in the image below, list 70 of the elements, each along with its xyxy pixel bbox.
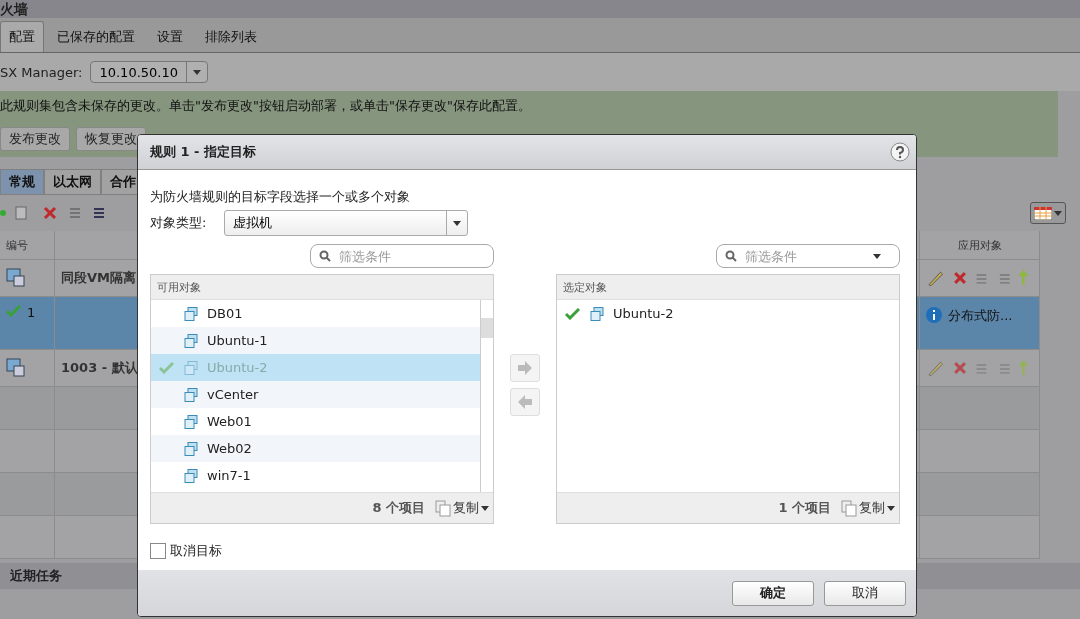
check-icon	[6, 305, 21, 317]
scrollbar[interactable]	[480, 300, 493, 492]
search-icon	[319, 250, 331, 262]
notice-text: 此规则集包含未保存的更改。单击"发布更改"按钮启动部署，或单击"保存更改"保存此配置。	[0, 97, 532, 115]
item-count: 8 个项目	[372, 499, 425, 517]
section-name: 1003 - 默认	[61, 359, 138, 377]
applied-to-text: 分布式防...	[948, 307, 1013, 325]
left-arrow-icon	[517, 395, 533, 409]
vm-icon	[589, 305, 605, 322]
move-left-button[interactable]	[510, 388, 540, 416]
item-count: 1 个项目	[778, 499, 831, 517]
filter-input[interactable]: 筛选条件	[337, 247, 461, 265]
vm-icon	[183, 467, 199, 484]
help-icon[interactable]	[890, 142, 910, 162]
grid-menu-button[interactable]	[1030, 202, 1066, 224]
rule-section-icon	[6, 358, 26, 378]
list-item[interactable]: Web02	[151, 435, 480, 462]
checkbox[interactable]: 取消目标	[150, 542, 900, 560]
tab[interactable]: 配置	[0, 21, 44, 52]
page-title: 火墙	[0, 0, 28, 18]
filter-field[interactable]: 筛选条件	[310, 244, 494, 268]
checkbox-box[interactable]	[150, 543, 166, 559]
tab[interactable]: 已保存的配置	[48, 21, 144, 52]
manager-label: SX Manager:	[0, 64, 83, 80]
document-icon	[435, 499, 451, 517]
list-item[interactable]: Ubuntu-1	[151, 327, 480, 354]
type-label: 对象类型:	[150, 214, 207, 232]
vm-icon	[183, 413, 199, 430]
filter-field[interactable]: 筛选条件	[716, 244, 900, 268]
rule-number: 1	[27, 305, 36, 320]
tab[interactable]: 常规	[0, 169, 44, 195]
table-grid-icon	[1034, 206, 1052, 220]
vm-icon	[183, 332, 199, 349]
filter-input[interactable]: 筛选条件	[743, 247, 867, 265]
vm-icon	[183, 359, 199, 376]
vm-icon	[183, 305, 199, 322]
list-header: 可用对象	[157, 279, 201, 295]
section-name: 同段VM隔离	[61, 269, 136, 287]
search-icon	[725, 250, 737, 262]
column-header: 编号	[6, 237, 28, 253]
caret-icon	[453, 220, 462, 226]
column-header: 应用对象	[957, 237, 1002, 253]
instruction-text: 为防火墙规则的目标字段选择一个或多个对象	[150, 188, 411, 206]
copy-button[interactable]: 复制	[841, 499, 895, 517]
list-header: 选定对象	[563, 279, 607, 295]
list-item[interactable]: vCenter	[151, 381, 480, 408]
manager-dropdown[interactable]: 10.10.50.10	[90, 61, 208, 83]
rule-section-icon	[6, 268, 26, 288]
tab[interactable]: 排除列表	[196, 21, 266, 52]
document-icon	[841, 499, 857, 517]
type-dropdown[interactable]: 虚拟机	[224, 210, 469, 236]
tab[interactable]: 以太网	[44, 169, 101, 195]
dialog-button[interactable]: 取消	[824, 580, 906, 606]
caret-icon	[193, 69, 201, 75]
caret-icon	[481, 505, 489, 511]
info-icon	[926, 307, 942, 323]
recent-tasks-title: 近期任务	[10, 567, 62, 585]
action-button[interactable]: 发布更改	[0, 127, 70, 151]
checkbox-label: 取消目标	[170, 542, 222, 560]
dialog-button[interactable]: 确定	[732, 580, 814, 606]
vm-icon	[183, 440, 199, 457]
caret-icon	[1054, 210, 1062, 216]
copy-button[interactable]: 复制	[435, 499, 489, 517]
move-right-button[interactable]	[510, 354, 540, 382]
caret-icon	[887, 505, 895, 511]
dialog-title: 规则 1 - 指定目标	[150, 143, 257, 161]
tab[interactable]: 设置	[148, 21, 192, 52]
vm-icon	[183, 386, 199, 403]
action-button[interactable]: 恢复更改	[76, 127, 146, 151]
right-arrow-icon	[517, 361, 533, 375]
